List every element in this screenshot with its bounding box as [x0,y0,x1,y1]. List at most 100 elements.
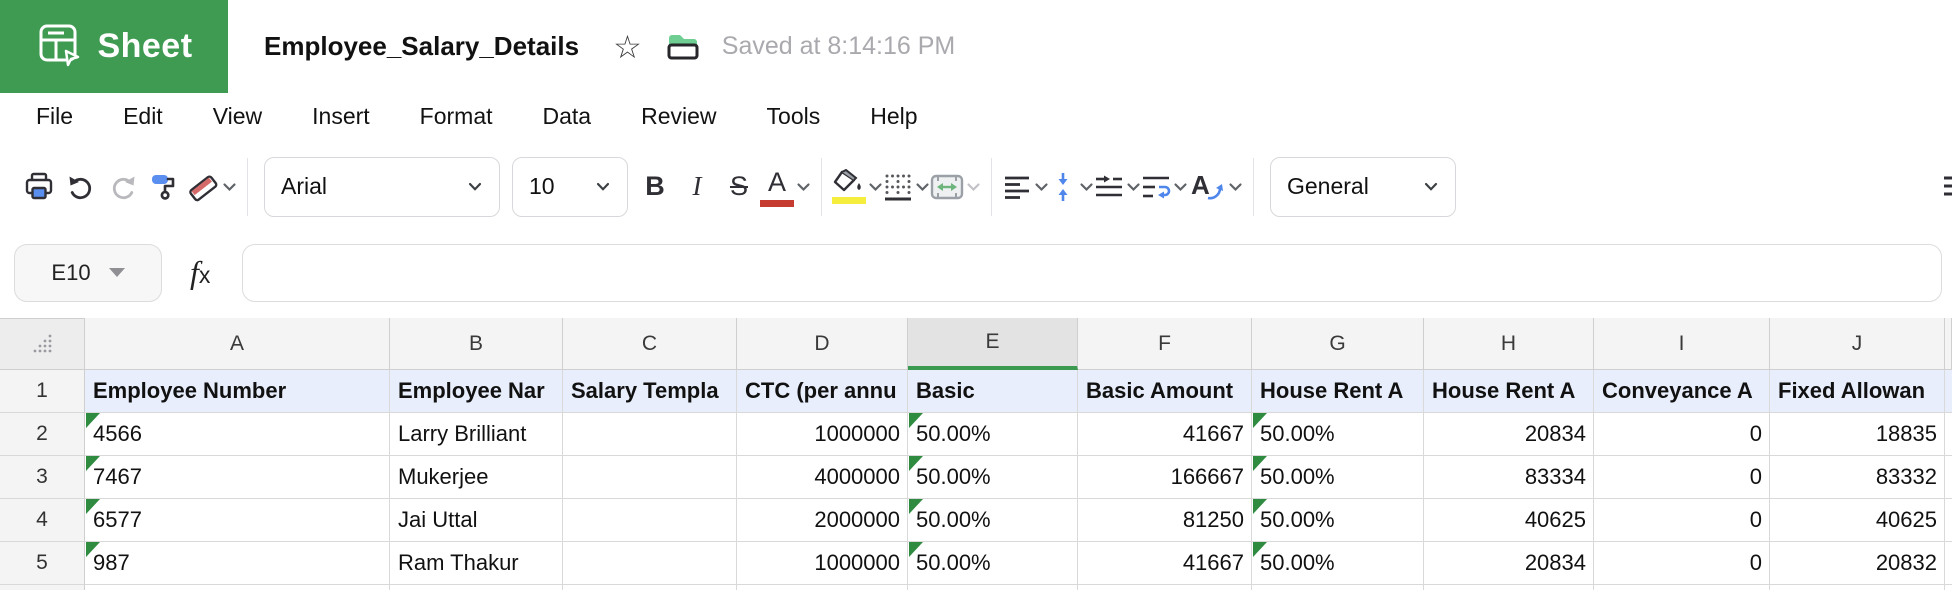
vertical-align-button[interactable] [1049,159,1094,215]
menu-format[interactable]: Format [420,103,493,130]
chevron-down-icon[interactable] [1079,182,1094,192]
document-title[interactable]: Employee_Salary_Details [264,31,579,62]
cell-C2[interactable] [563,413,737,456]
menu-file[interactable]: File [36,103,73,130]
chevron-down-icon[interactable] [796,182,811,192]
column-header-C[interactable]: C [563,318,737,370]
menu-edit[interactable]: Edit [123,103,163,130]
cell-H1[interactable]: House Rent A [1424,370,1594,413]
cell-F3[interactable]: 166667 [1078,456,1252,499]
menu-data[interactable]: Data [543,103,592,130]
cell-G4[interactable]: 50.00% [1252,499,1424,542]
chevron-down-icon[interactable] [222,182,237,192]
strikethrough-button[interactable]: S [718,159,760,215]
column-header-H[interactable]: H [1424,318,1594,370]
format-painter-button[interactable] [144,159,186,215]
cell-J3[interactable]: 83332 [1770,456,1945,499]
cell-A4[interactable]: 6577 [85,499,390,542]
print-button[interactable] [18,159,60,215]
name-box-dropdown-icon[interactable] [109,268,125,277]
cell-H4[interactable]: 40625 [1424,499,1594,542]
cell-B4[interactable]: Jai Uttal [390,499,563,542]
row-header-2[interactable]: 2 [0,413,85,456]
formula-input[interactable] [242,244,1942,302]
chevron-down-icon[interactable] [1126,182,1141,192]
cell-J1[interactable]: Fixed Allowan [1770,370,1945,413]
menu-tools[interactable]: Tools [767,103,821,130]
cell-C4[interactable] [563,499,737,542]
menu-view[interactable]: View [213,103,262,130]
column-header-F[interactable]: F [1078,318,1252,370]
redo-button[interactable] [102,159,144,215]
eraser-button[interactable] [186,159,237,215]
cell-D3[interactable]: 4000000 [737,456,908,499]
chevron-down-icon[interactable] [1173,182,1188,192]
cell-B3[interactable]: Mukerjee [390,456,563,499]
cell-I2[interactable]: 0 [1594,413,1770,456]
column-header-D[interactable]: D [737,318,908,370]
wrap-text-button[interactable] [1141,159,1188,215]
cell-E6-clipped[interactable] [908,585,1078,590]
cell-D2[interactable]: 1000000 [737,413,908,456]
cell-A1[interactable]: Employee Number [85,370,390,413]
cell-B6-clipped[interactable] [390,585,563,590]
column-header-A[interactable]: A [85,318,390,370]
cell-B5[interactable]: Ram Thakur [390,542,563,585]
cell-A3[interactable]: 7467 [85,456,390,499]
cell-H5[interactable]: 20834 [1424,542,1594,585]
cell-A6-clipped[interactable] [85,585,390,590]
cell-F2[interactable]: 41667 [1078,413,1252,456]
cell-I1[interactable]: Conveyance A [1594,370,1770,413]
number-format-select[interactable]: General [1270,157,1456,217]
cell-D1[interactable]: CTC (per annu [737,370,908,413]
font-size-select[interactable]: 10 [512,157,628,217]
font-family-select[interactable]: Arial [264,157,500,217]
cell-B2[interactable]: Larry Brilliant [390,413,563,456]
fill-color-button[interactable] [832,159,883,215]
cell-I6-clipped[interactable] [1594,585,1770,590]
row-header-1[interactable]: 1 [0,370,85,413]
cell-B1[interactable]: Employee Nar [390,370,563,413]
font-color-button[interactable]: A [760,159,811,215]
chevron-down-icon[interactable] [915,182,930,192]
cell-A2[interactable]: 4566 [85,413,390,456]
cell-F6-clipped[interactable] [1078,585,1252,590]
menu-insert[interactable]: Insert [312,103,370,130]
cell-F5[interactable]: 41667 [1078,542,1252,585]
cell-F1[interactable]: Basic Amount [1078,370,1252,413]
column-header-E-selected[interactable]: E [908,318,1078,370]
cell-H3[interactable]: 83334 [1424,456,1594,499]
cell-A5[interactable]: 987 [85,542,390,585]
horizontal-align-button[interactable] [1002,159,1049,215]
cell-I3[interactable]: 0 [1594,456,1770,499]
column-header-I[interactable]: I [1594,318,1770,370]
merge-cells-button[interactable] [930,159,981,215]
chevron-down-icon[interactable] [1228,182,1243,192]
cell-E4[interactable]: 50.00% [908,499,1078,542]
cell-G3[interactable]: 50.00% [1252,456,1424,499]
column-header-J[interactable]: J [1770,318,1945,370]
name-box[interactable]: E10 [14,244,162,302]
text-rotate-button[interactable]: A [1188,159,1243,215]
folder-icon[interactable] [664,30,702,64]
row-header-5[interactable]: 5 [0,542,85,585]
row-header-4[interactable]: 4 [0,499,85,542]
row-header-3[interactable]: 3 [0,456,85,499]
cell-J5[interactable]: 20832 [1770,542,1945,585]
cell-E3[interactable]: 50.00% [908,456,1078,499]
bold-button[interactable]: B [634,159,676,215]
chevron-down-icon[interactable] [1034,182,1049,192]
column-header-B[interactable]: B [390,318,563,370]
cell-I5[interactable]: 0 [1594,542,1770,585]
cell-I4[interactable]: 0 [1594,499,1770,542]
cell-G2[interactable]: 50.00% [1252,413,1424,456]
undo-button[interactable] [60,159,102,215]
cell-C5[interactable] [563,542,737,585]
column-header-G[interactable]: G [1252,318,1424,370]
cell-G6-clipped[interactable] [1252,585,1424,590]
italic-button[interactable]: I [676,159,718,215]
cell-C6-clipped[interactable] [563,585,737,590]
cell-J2[interactable]: 18835 [1770,413,1945,456]
row-header-6-clipped[interactable] [0,585,85,590]
indent-button[interactable] [1094,159,1141,215]
